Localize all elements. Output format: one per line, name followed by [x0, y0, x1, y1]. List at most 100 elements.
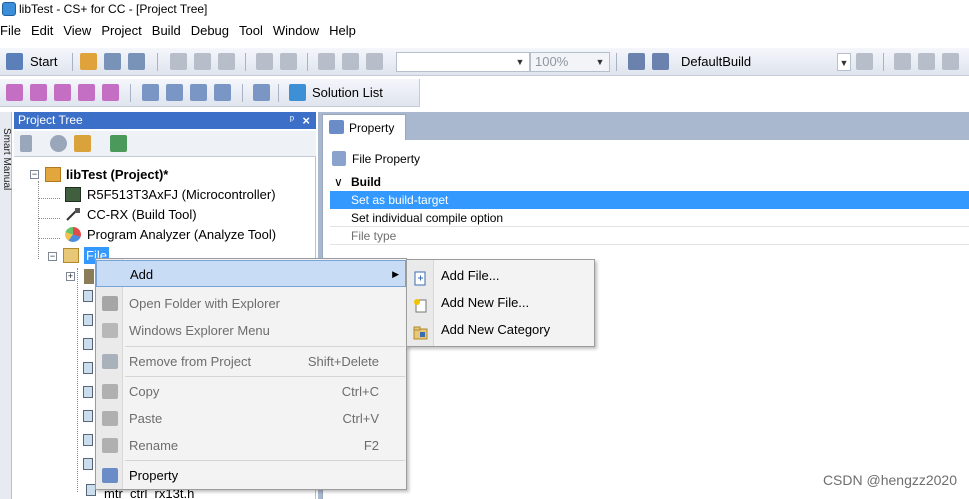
- sort-icon[interactable]: [20, 135, 32, 152]
- user-icon[interactable]: [74, 135, 91, 152]
- menu-file[interactable]: File: [0, 20, 26, 42]
- rebuild-project-icon[interactable]: [652, 53, 669, 70]
- chevron-down-icon[interactable]: ▼: [593, 53, 607, 71]
- redo-icon[interactable]: [280, 53, 297, 70]
- toolbar-separator: [157, 53, 158, 71]
- menu-item-add-new-file[interactable]: Add New File...: [407, 289, 594, 316]
- search-combo[interactable]: ▼: [396, 52, 530, 72]
- toolbar-separator: [245, 53, 246, 71]
- smart-manual-tab[interactable]: Smart Manual: [0, 112, 12, 499]
- menu-item-paste[interactable]: Paste Ctrl+V: [96, 405, 406, 432]
- window-icon[interactable]: [142, 84, 159, 101]
- property-header-label: File Property: [352, 152, 421, 166]
- menu-item-copy[interactable]: Copy Ctrl+C: [96, 378, 406, 405]
- chevron-down-icon[interactable]: ▼: [513, 53, 527, 71]
- menu-separator: [125, 346, 405, 347]
- property-row-label: Set individual compile option: [351, 211, 504, 225]
- menu-build[interactable]: Build: [147, 20, 186, 42]
- pin-icon[interactable]: ᵖ: [290, 112, 294, 129]
- expand-toggle[interactable]: +: [66, 272, 75, 281]
- copy-icon[interactable]: [194, 53, 211, 70]
- start-button[interactable]: Start: [30, 48, 57, 76]
- build-config-combo[interactable]: DefaultBuild ▼: [676, 52, 851, 72]
- step-icon[interactable]: [30, 84, 47, 101]
- menu-item-remove[interactable]: Remove from Project Shift+Delete: [96, 348, 406, 375]
- paste-icon: [102, 411, 118, 426]
- build-settings-icon[interactable]: [894, 53, 911, 70]
- tree-item-program-analyzer[interactable]: Program Analyzer (Analyze Tool): [87, 225, 276, 245]
- step-over-icon[interactable]: [54, 84, 71, 101]
- layout-icon[interactable]: [253, 84, 270, 101]
- chevron-down-icon[interactable]: ▼: [837, 53, 851, 71]
- start-icon[interactable]: [6, 53, 23, 70]
- find-in-files-icon[interactable]: [366, 53, 383, 70]
- menu-item-add-new-category[interactable]: Add New Category: [407, 316, 594, 343]
- solution-list-button[interactable]: Solution List: [312, 79, 383, 107]
- toolbar-separator: [616, 53, 617, 71]
- property-row-label: File type: [351, 229, 397, 243]
- menu-view[interactable]: View: [58, 20, 96, 42]
- zoom-combo[interactable]: 100% ▼: [530, 52, 610, 72]
- header-file-icon: [83, 338, 93, 350]
- property-row-build-target[interactable]: Set as build-target: [330, 191, 969, 209]
- tree-item-build-tool[interactable]: CC-RX (Build Tool): [87, 205, 197, 225]
- find-icon[interactable]: [318, 53, 335, 70]
- menu-debug[interactable]: Debug: [186, 20, 234, 42]
- collapse-toggle[interactable]: −: [48, 252, 57, 261]
- download-icon[interactable]: [918, 53, 935, 70]
- menu-edit[interactable]: Edit: [26, 20, 58, 42]
- build-project-icon[interactable]: [628, 53, 645, 70]
- window-icon[interactable]: [214, 84, 231, 101]
- close-icon[interactable]: ×: [302, 112, 310, 129]
- chevron-down-icon[interactable]: ∨: [334, 173, 343, 191]
- header-file-icon: [83, 434, 93, 446]
- new-icon[interactable]: [80, 53, 97, 70]
- step-return-icon[interactable]: [78, 84, 95, 101]
- replace-icon[interactable]: [342, 53, 359, 70]
- paste-icon[interactable]: [218, 53, 235, 70]
- menu-bar: File Edit View Project Build Debug Tool …: [0, 20, 969, 42]
- project-tree-toolbar: [14, 131, 316, 157]
- menu-item-rename[interactable]: Rename F2: [96, 432, 406, 459]
- save-all-icon[interactable]: [128, 53, 145, 70]
- tab-property[interactable]: Property: [322, 114, 406, 140]
- property-row-file-type[interactable]: File type: [330, 227, 969, 245]
- solution-list-icon[interactable]: [289, 84, 306, 101]
- tree-item-microcontroller[interactable]: R5F513T3AxFJ (Microcontroller): [87, 185, 276, 205]
- chevron-right-icon: ▶: [392, 269, 399, 279]
- collapse-toggle[interactable]: −: [30, 170, 39, 179]
- tree-item-project[interactable]: libTest (Project)*: [66, 165, 168, 185]
- main-toolbar: Start ▼ 100% ▼ DefaultBuild ▼: [0, 48, 969, 76]
- menu-help[interactable]: Help: [324, 20, 361, 42]
- save-icon[interactable]: [104, 53, 121, 70]
- property-row-compile-option[interactable]: Set individual compile option: [330, 209, 969, 227]
- menu-window[interactable]: Window: [268, 20, 324, 42]
- cut-icon[interactable]: [170, 53, 187, 70]
- build-options-icon[interactable]: [856, 53, 873, 70]
- menu-item-label: Remove from Project: [129, 354, 252, 369]
- menu-item-property[interactable]: Property: [96, 462, 406, 489]
- menu-project[interactable]: Project: [96, 20, 146, 42]
- menu-item-shortcut: Ctrl+V: [342, 411, 379, 426]
- menu-item-shortcut: F2: [363, 438, 379, 453]
- menu-item-add-file[interactable]: Add File...: [407, 262, 594, 289]
- toolbar-separator: [883, 53, 884, 71]
- menu-item-add[interactable]: Add ▶: [96, 260, 406, 287]
- history-icon[interactable]: [50, 135, 67, 152]
- analyzer-icon: [65, 227, 81, 242]
- menu-item-label: Add: [130, 267, 154, 282]
- window-title: libTest - CS+ for CC - [Project Tree]: [19, 2, 208, 16]
- menu-tool[interactable]: Tool: [234, 20, 268, 42]
- menu-item-explorer-menu[interactable]: Windows Explorer Menu: [96, 317, 406, 344]
- go-icon[interactable]: [6, 84, 23, 101]
- window-icon[interactable]: [166, 84, 183, 101]
- window-icon[interactable]: [190, 84, 207, 101]
- menu-item-open-folder[interactable]: Open Folder with Explorer: [96, 290, 406, 317]
- undo-icon[interactable]: [256, 53, 273, 70]
- tree-line: [38, 181, 39, 259]
- reset-icon[interactable]: [942, 53, 959, 70]
- header-file-icon: [83, 290, 93, 302]
- stop-icon[interactable]: [102, 84, 119, 101]
- property-category-build[interactable]: ∨ Build: [330, 173, 969, 191]
- refresh-icon[interactable]: [110, 135, 127, 152]
